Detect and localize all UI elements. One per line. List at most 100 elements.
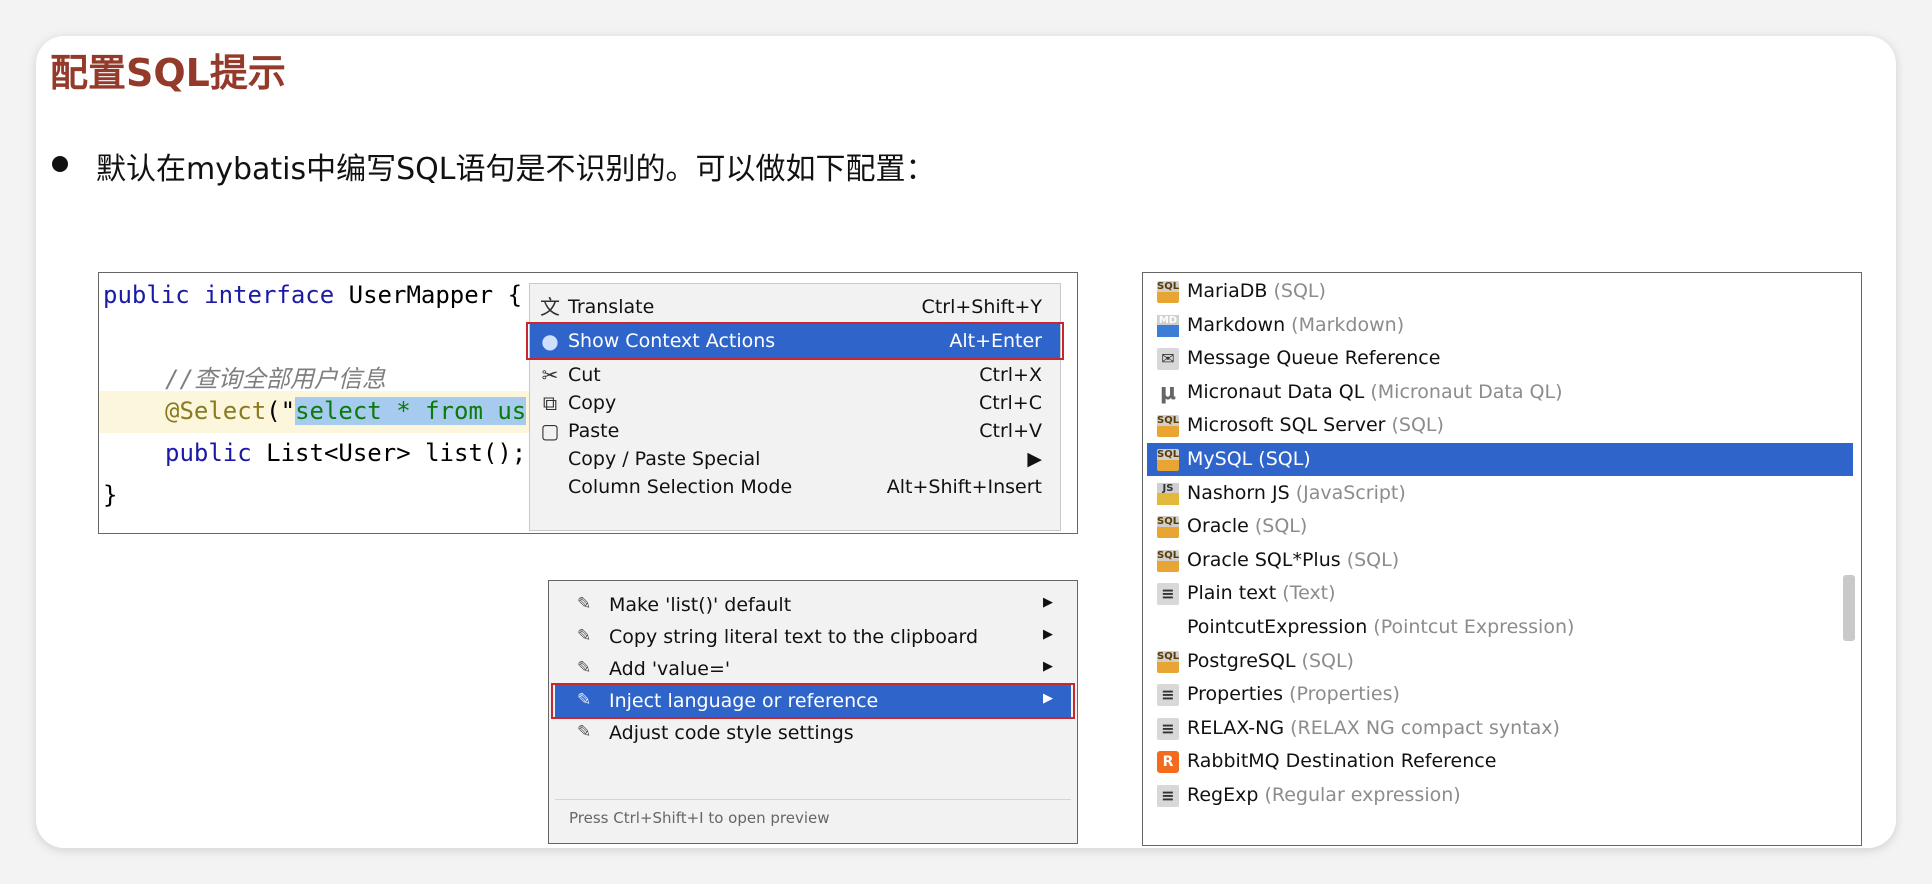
language-item[interactable]: ✉ Message Queue Reference <box>1147 342 1853 375</box>
paste-icon: ▢ <box>540 419 560 443</box>
relax-ng-icon: ≡ <box>1157 717 1179 740</box>
sql-icon: SQL <box>1157 415 1179 438</box>
language-type: (Markdown) <box>1291 313 1405 336</box>
language-label: Nashorn JS (JavaScript) <box>1187 482 1406 504</box>
intention-item[interactable]: ✎ Add 'value=' ▶ <box>555 653 1071 685</box>
language-type: (SQL) <box>1273 280 1326 302</box>
code-close-brace: } <box>103 481 118 509</box>
menu-item-shortcut: Ctrl+X <box>979 364 1042 386</box>
language-label: MariaDB (SQL) <box>1187 280 1326 302</box>
language-item[interactable]: SQL MySQL (SQL) <box>1147 443 1853 476</box>
text-file-icon: ≡ <box>1157 583 1179 606</box>
language-item[interactable]: MD Markdown (Markdown) <box>1147 309 1853 342</box>
language-item[interactable]: PointcutExpression (Pointcut Expression) <box>1147 611 1853 644</box>
language-item[interactable]: SQL MariaDB (SQL) <box>1147 275 1853 308</box>
slide: 配置SQL提示 默认在mybatis中编写SQL语句是不识别的。可以做如下配置：… <box>36 36 1896 848</box>
language-name: Message Queue Reference <box>1187 347 1441 370</box>
keyword: public <box>165 439 267 467</box>
context-menu-item-translate[interactable]: 文 Translate Ctrl+Shift+Y <box>530 290 1060 324</box>
language-name: RegExp <box>1187 784 1259 806</box>
menu-item-label: Column Selection Mode <box>568 476 793 498</box>
keyword: public interface <box>103 281 349 309</box>
menu-item-shortcut: Ctrl+V <box>979 420 1042 442</box>
code-comment: //查询全部用户信息 <box>165 365 386 393</box>
bullet-text: 默认在mybatis中编写SQL语句是不识别的。可以做如下配置： <box>96 152 936 187</box>
language-type: (RELAX NG compact syntax) <box>1290 716 1560 739</box>
intention-icon: ✎ <box>577 658 592 678</box>
language-name: PostgreSQL <box>1187 649 1296 672</box>
language-type: (Properties) <box>1289 683 1400 706</box>
intention-label: Make 'list()' default <box>609 594 792 616</box>
language-type: (SQL) <box>1391 414 1444 437</box>
language-item[interactable]: μ Micronaut Data QL (Micronaut Data QL) <box>1147 376 1853 409</box>
intention-label: Copy string literal text to the clipboar… <box>609 626 979 648</box>
menu-item-label: Copy / Paste Special <box>568 448 761 470</box>
sql-icon: SQL <box>1157 516 1179 539</box>
language-item[interactable]: ≡ Plain text (Text) <box>1147 577 1853 610</box>
language-name: Micronaut Data QL <box>1187 380 1365 403</box>
submenu-arrow-icon: ▶ <box>1043 595 1053 610</box>
regexp-icon: ≡ <box>1157 785 1179 807</box>
language-item[interactable]: ≡ Properties (Properties) <box>1147 678 1853 711</box>
language-item[interactable]: ≡ RegExp (Regular expression) <box>1147 779 1853 812</box>
highlight-box <box>526 322 1064 360</box>
language-type: (Text) <box>1282 582 1336 605</box>
identifier: List<User> list(); <box>266 439 527 467</box>
intention-label: Add 'value=' <box>609 658 731 680</box>
sql-icon: SQL <box>1157 281 1179 303</box>
submenu-arrow-icon: ▶ <box>1043 659 1053 674</box>
selected-sql[interactable]: select * from us <box>295 397 527 425</box>
rabbitmq-icon: R <box>1157 751 1179 774</box>
language-item[interactable]: R RabbitMQ Destination Reference <box>1147 745 1853 778</box>
paren: (" <box>266 397 296 425</box>
identifier: UserMapper { <box>348 281 523 309</box>
language-name: Oracle SQL*Plus <box>1187 548 1341 571</box>
language-name: Nashorn JS <box>1187 481 1290 504</box>
intention-label: Adjust code style settings <box>609 722 854 744</box>
language-item[interactable]: JS Nashorn JS (JavaScript) <box>1147 477 1853 510</box>
language-label: Message Queue Reference <box>1187 347 1440 369</box>
language-type: (Pointcut Expression) <box>1373 616 1575 638</box>
language-type: (SQL) <box>1258 448 1311 470</box>
markdown-icon: MD <box>1157 314 1179 337</box>
menu-item-label: Copy <box>568 392 617 414</box>
language-name: PointcutExpression <box>1187 616 1368 638</box>
language-label: RegExp (Regular expression) <box>1187 784 1461 806</box>
language-name: Markdown <box>1187 313 1286 336</box>
language-label: Properties (Properties) <box>1187 683 1400 705</box>
language-label: Microsoft SQL Server (SQL) <box>1187 414 1444 436</box>
language-name: MariaDB <box>1187 280 1268 302</box>
intention-item[interactable]: ✎ Adjust code style settings <box>555 717 1071 749</box>
intention-item[interactable]: ✎ Make 'list()' default ▶ <box>555 589 1071 621</box>
intention-icon: ✎ <box>577 594 592 614</box>
language-label: Plain text (Text) <box>1187 582 1336 604</box>
language-item[interactable]: SQL Oracle (SQL) <box>1147 510 1853 543</box>
bullet-dot <box>52 156 68 172</box>
language-list[interactable]: SQL MariaDB (SQL) MD Markdown (Markdown) ✉ Me… <box>1142 272 1862 846</box>
copy-icon: ⧉ <box>542 391 558 415</box>
language-type: (SQL) <box>1346 548 1400 571</box>
language-item[interactable]: SQL PostgreSQL (SQL) <box>1147 645 1853 678</box>
language-label: MySQL (SQL) <box>1187 448 1311 470</box>
micronaut-icon: μ <box>1159 379 1177 405</box>
javascript-icon: JS <box>1157 482 1179 505</box>
annotation: @Select <box>165 397 267 425</box>
menu-item-shortcut: Ctrl+Shift+Y <box>921 296 1042 318</box>
language-type: (SQL) <box>1301 649 1354 672</box>
divider <box>555 799 1071 800</box>
language-item[interactable]: SQL Microsoft SQL Server (SQL) <box>1147 409 1853 442</box>
code-editor[interactable]: public interface UserMapper { //查询全部用户信息… <box>98 272 1078 534</box>
language-item[interactable]: SQL Oracle SQL*Plus (SQL) <box>1147 544 1853 577</box>
intention-item[interactable]: ✎ Copy string literal text to the clipboa… <box>555 621 1071 653</box>
context-menu-item-column-selection-mode[interactable]: Column Selection Mode Alt+Shift+Insert <box>530 470 1060 504</box>
language-label: PostgreSQL (SQL) <box>1187 650 1354 672</box>
properties-icon: ≡ <box>1157 684 1179 707</box>
no-icon <box>538 475 562 499</box>
language-item[interactable]: ≡ RELAX-NG (RELAX NG compact syntax) <box>1147 712 1853 745</box>
menu-item-label: Translate <box>568 296 655 318</box>
translate-icon: 文 <box>540 295 560 319</box>
language-type: (Micronaut Data QL) <box>1370 380 1563 403</box>
page-title: 配置SQL提示 <box>50 51 286 95</box>
language-label: PointcutExpression (Pointcut Expression) <box>1187 616 1574 638</box>
language-name: Microsoft SQL Server <box>1187 414 1386 437</box>
